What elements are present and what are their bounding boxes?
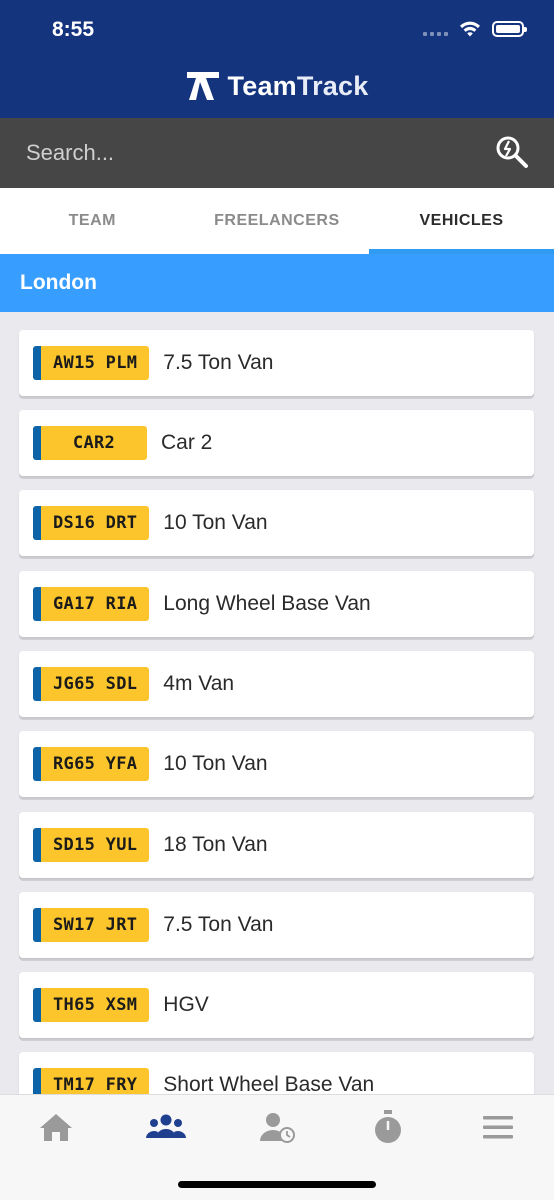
vehicle-name: Short Wheel Base Van [163,1073,375,1094]
vehicle-row[interactable]: SW17 JRT 7.5 Ton Van [19,892,534,958]
app-header: 8:55 TeamTrack [0,0,554,118]
vehicle-name: 7.5 Ton Van [163,913,274,936]
nav-menu[interactable] [478,1109,518,1145]
registration-plate: RG65 YFA [33,747,150,781]
status-icons [423,20,527,38]
registration-text: TM17 FRY [41,1068,150,1094]
nav-home[interactable] [36,1109,76,1145]
home-indicator[interactable] [178,1181,376,1188]
status-time: 8:55 [52,18,95,41]
vehicle-row[interactable]: SD15 YUL 18 Ton Van [19,812,534,878]
vehicle-list[interactable]: AW15 PLM 7.5 Ton Van CAR2 Car 2 DS16 DRT… [0,312,554,1094]
registration-text: JG65 SDL [41,667,150,701]
registration-plate: DS16 DRT [33,506,150,540]
tab-bar: TEAM FREELANCERS VEHICLES [0,188,554,254]
vehicle-name: 4m Van [163,672,235,695]
tab-team[interactable]: TEAM [0,188,185,254]
app-title: TeamTrack [228,71,369,102]
vehicle-row[interactable]: AW15 PLM 7.5 Ton Van [19,330,534,396]
search-icon[interactable] [494,134,530,170]
search-input[interactable] [26,134,466,172]
teamtrack-logo-icon [186,72,219,100]
vehicle-row[interactable]: GA17 RIA Long Wheel Base Van [19,571,534,637]
nav-team[interactable] [146,1109,186,1145]
timesheet-user-icon [260,1113,295,1143]
vehicle-row[interactable]: TM17 FRY Short Wheel Base Van [19,1052,534,1094]
brand-second-text: Track [296,70,369,101]
vehicle-name: HGV [163,993,209,1016]
vehicle-name: Long Wheel Base Van [163,592,371,615]
vehicle-name: Car 2 [161,431,213,454]
home-icon [40,1114,72,1141]
tab-vehicles[interactable]: VEHICLES [369,188,554,254]
registration-plate: CAR2 [33,426,147,460]
registration-plate: SW17 JRT [33,908,150,942]
registration-text: SD15 YUL [41,828,150,862]
vehicle-name: 7.5 Ton Van [163,351,274,374]
brand-main-text: Team [227,70,297,101]
tab-freelancers[interactable]: FREELANCERS [185,188,370,254]
registration-text: TH65 XSM [41,988,150,1022]
vehicle-name: 10 Ton Van [163,752,268,775]
battery-icon [492,21,527,37]
vehicle-name: 10 Ton Van [163,511,268,534]
registration-plate: TH65 XSM [33,988,150,1022]
registration-text: GA17 RIA [41,587,150,621]
registration-text: DS16 DRT [41,506,150,540]
nav-timer[interactable] [368,1109,408,1145]
vehicle-name: 18 Ton Van [163,833,268,856]
vehicle-row[interactable]: DS16 DRT 10 Ton Van [19,490,534,556]
app-brand: TeamTrack [0,70,554,102]
vehicle-row[interactable]: TH65 XSM HGV [19,972,534,1038]
registration-plate: TM17 FRY [33,1068,150,1094]
registration-text: RG65 YFA [41,747,150,781]
status-bar: 8:55 [0,0,554,62]
section-header-location: London [0,254,554,312]
registration-plate: JG65 SDL [33,667,150,701]
wifi-icon [460,21,480,37]
team-icon [146,1114,186,1138]
stopwatch-icon [375,1110,401,1143]
vehicle-row[interactable]: RG65 YFA 10 Ton Van [19,731,534,797]
registration-text: SW17 JRT [41,908,150,942]
registration-plate: AW15 PLM [33,346,150,380]
vehicle-row[interactable]: JG65 SDL 4m Van [19,651,534,717]
cellular-signal-icon [423,22,448,36]
nav-timesheets[interactable] [258,1109,298,1145]
registration-plate: SD15 YUL [33,828,150,862]
menu-icon [483,1116,513,1139]
vehicle-row[interactable]: CAR2 Car 2 [19,410,534,476]
registration-plate: GA17 RIA [33,587,150,621]
registration-text: CAR2 [41,426,147,460]
registration-text: AW15 PLM [41,346,150,380]
search-bar [0,118,554,188]
